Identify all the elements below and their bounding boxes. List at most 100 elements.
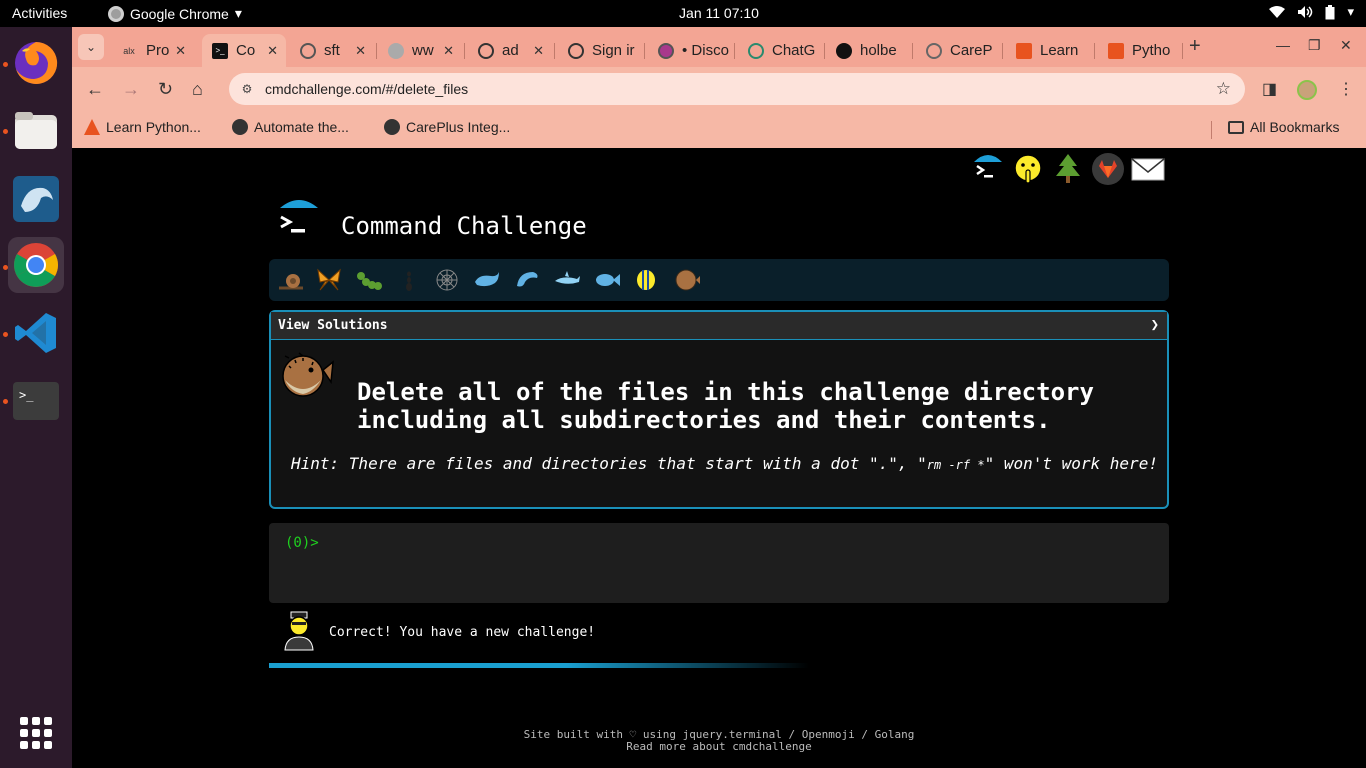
hint-code: rm -rf * <box>926 458 985 472</box>
ant-icon[interactable] <box>395 266 423 294</box>
whale-icon[interactable] <box>473 266 501 294</box>
footer-read-more[interactable]: Read more about cmdchallenge <box>72 740 1366 753</box>
globe-icon <box>384 119 400 135</box>
firefox-icon <box>15 41 58 84</box>
terminal-launcher[interactable]: >_ <box>8 373 64 429</box>
tab-7[interactable]: ChatG <box>738 34 822 67</box>
butterfly-icon[interactable] <box>315 266 343 294</box>
new-tab-button[interactable]: + <box>1189 35 1201 58</box>
mysql-workbench-launcher[interactable] <box>8 171 64 227</box>
blowfish-icon <box>282 352 334 397</box>
system-tray[interactable]: ▾ <box>1269 4 1354 20</box>
all-bookmarks-label: All Bookmarks <box>1250 119 1340 135</box>
page-content: Command Challenge View Solutions ❯ Delet… <box>72 148 1366 768</box>
tab-6[interactable]: • Disco <box>648 34 732 67</box>
url-text[interactable]: cmdchallenge.com/#/delete_files <box>265 81 468 97</box>
mail-icon[interactable] <box>1131 152 1165 186</box>
back-button[interactable]: ← <box>86 79 104 100</box>
site-info-icon[interactable]: ⚙ <box>237 79 257 99</box>
spider-web-icon[interactable] <box>433 266 461 294</box>
blowfish-icon[interactable] <box>673 266 701 294</box>
files-launcher[interactable] <box>8 103 64 159</box>
view-solutions-bar[interactable]: View Solutions ❯ <box>271 312 1167 340</box>
firefox-launcher[interactable] <box>8 35 64 91</box>
menu-icon[interactable]: ⋮ <box>1338 79 1354 99</box>
fish-icon[interactable] <box>593 266 621 294</box>
tab-0[interactable]: alx Pro ✕ <box>110 34 194 67</box>
terminal-input[interactable]: (0)> <box>269 523 1169 603</box>
caterpillar-icon[interactable] <box>355 266 383 294</box>
progress-bar <box>269 663 809 668</box>
all-bookmarks-button[interactable]: All Bookmarks <box>1228 119 1339 135</box>
github-icon <box>836 42 852 59</box>
system-top-bar: Activities Google Chrome ▾ Jan 11 07:10 … <box>0 0 1366 27</box>
tree-icon[interactable] <box>1051 152 1085 186</box>
tab-separator <box>824 43 825 59</box>
tab-8[interactable]: holbe <box>826 34 910 67</box>
tab-9[interactable]: CareP <box>916 34 1000 67</box>
discord-icon <box>658 42 674 59</box>
terminal-icon: >_ <box>13 382 59 420</box>
close-icon[interactable]: ✕ <box>443 43 454 59</box>
dock: >_ <box>0 27 72 768</box>
tab-2[interactable]: sft ✕ <box>290 34 374 67</box>
bookmark-item[interactable]: Learn Python... <box>84 119 201 135</box>
tab-title: Pytho <box>1132 42 1171 59</box>
tab-strip: ⌄ alx Pro ✕ >_ Co ✕ sft ✕ ww ✕ ad ✕ Sign… <box>72 27 1366 67</box>
tab-10[interactable]: Learn <box>1006 34 1092 67</box>
dolphin-icon[interactable] <box>513 266 541 294</box>
chrome-icon <box>14 243 58 287</box>
minimize-button[interactable]: — <box>1276 37 1290 53</box>
vscode-launcher[interactable] <box>8 305 64 361</box>
tab-3[interactable]: ww ✕ <box>378 34 462 67</box>
flame-icon <box>84 119 100 135</box>
address-bar[interactable]: ⚙ cmdchallenge.com/#/delete_files ☆ <box>229 73 1245 105</box>
bookmark-label: Automate the... <box>254 119 349 135</box>
tab-11[interactable]: Pytho <box>1098 34 1182 67</box>
close-icon[interactable]: ✕ <box>175 43 186 59</box>
shushing-face-icon[interactable] <box>1011 152 1045 186</box>
files-icon <box>15 112 57 149</box>
reload-button[interactable]: ↻ <box>158 79 173 100</box>
close-icon[interactable]: ✕ <box>533 43 544 59</box>
tab-4[interactable]: ad ✕ <box>468 34 552 67</box>
maximize-button[interactable]: ❐ <box>1308 37 1321 54</box>
view-solutions-label[interactable]: View Solutions <box>278 318 388 333</box>
close-window-button[interactable]: ✕ <box>1340 37 1352 54</box>
chevron-down-icon: ▾ <box>1347 4 1354 19</box>
chrome-launcher[interactable] <box>8 237 64 293</box>
cmdchallenge-icon[interactable] <box>971 152 1005 186</box>
tropical-fish-icon[interactable] <box>633 266 661 294</box>
shark-icon[interactable] <box>553 266 581 294</box>
forward-button[interactable]: → <box>122 79 140 100</box>
snail-icon[interactable] <box>277 266 305 294</box>
globe-icon <box>232 119 248 135</box>
vscode-icon <box>15 313 56 353</box>
tab-title: sft <box>324 42 340 59</box>
site-title[interactable]: Command Challenge <box>341 212 587 240</box>
bookmark-item[interactable]: CarePlus Integ... <box>384 119 510 135</box>
gitlab-icon[interactable] <box>1091 152 1125 186</box>
bookmark-item[interactable]: Automate the... <box>232 119 349 135</box>
volume-icon <box>1298 6 1313 18</box>
tab-5[interactable]: Sign ir <box>558 34 642 67</box>
close-icon[interactable]: ✕ <box>267 43 278 59</box>
close-icon[interactable]: ✕ <box>355 43 366 59</box>
clock[interactable]: Jan 11 07:10 <box>0 5 1366 21</box>
side-panel-icon[interactable]: ◨ <box>1262 79 1277 99</box>
tab-separator <box>912 43 913 59</box>
tab-1[interactable]: >_ Co ✕ <box>202 34 286 67</box>
home-button[interactable]: ⌂ <box>192 79 203 100</box>
profile-avatar[interactable] <box>1297 80 1317 100</box>
globe-icon <box>388 42 404 59</box>
tab-separator <box>1182 43 1183 59</box>
alx-flame-icon <box>1016 42 1032 59</box>
show-apps-button[interactable] <box>20 717 52 749</box>
carepoint-icon <box>926 42 942 59</box>
bookmark-star-icon[interactable]: ☆ <box>1216 79 1231 99</box>
tab-search-button[interactable]: ⌄ <box>78 34 104 60</box>
tab-title: CareP <box>950 42 993 59</box>
chevron-right-icon[interactable]: ❯ <box>1151 317 1159 333</box>
wifi-icon <box>1269 5 1286 18</box>
tab-separator <box>734 43 735 59</box>
